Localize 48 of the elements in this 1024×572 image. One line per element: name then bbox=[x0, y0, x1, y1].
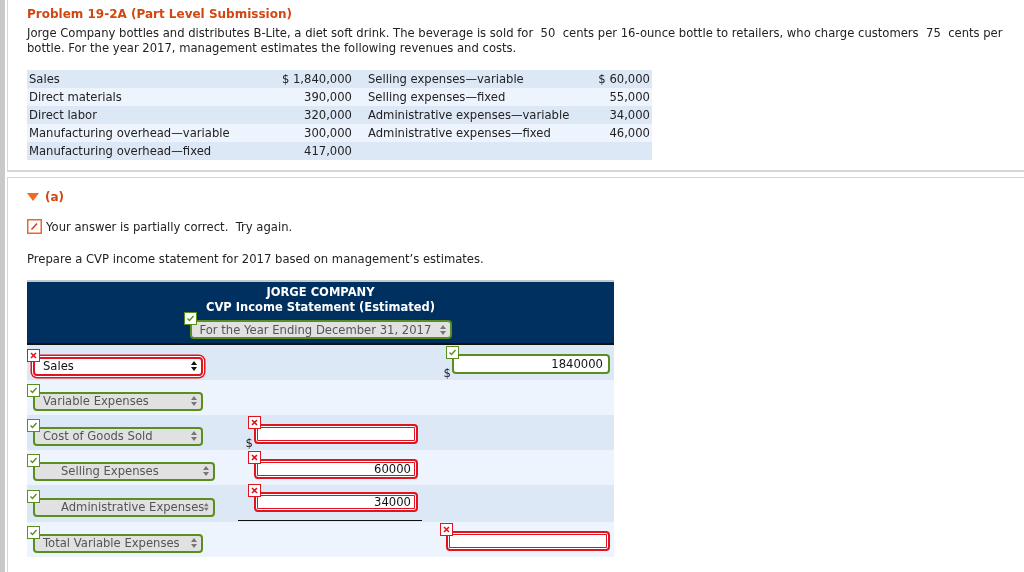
table-cell: 320,000 bbox=[242, 106, 354, 124]
table-cell: Manufacturing overhead—variable bbox=[27, 124, 242, 142]
problem-text: Jorge Company bottles and distributes B-Lite, a diet soft drink. The beverage is sold for 50 cents per 16-ounce bottle to retailers, who charge customers 75 cents per bottle. For the year 2017, management estimates the following revenues and costs. bbox=[27, 26, 1004, 56]
pencil-icon bbox=[27, 219, 42, 234]
company-name: JORGE COMPANY bbox=[266, 285, 375, 300]
part-label[interactable]: (a) bbox=[45, 190, 65, 204]
table-cell: Selling expenses—fixed bbox=[354, 88, 572, 106]
table-cell: 417,000 bbox=[242, 142, 354, 160]
amount-field[interactable]: 1840000 bbox=[452, 354, 610, 374]
dollar-sign: $ bbox=[245, 436, 253, 450]
table-cell: 46,000 bbox=[572, 124, 652, 142]
select-arrows-icon bbox=[191, 396, 197, 407]
collapse-triangle-icon[interactable] bbox=[27, 193, 39, 201]
table-cell: 300,000 bbox=[242, 124, 354, 142]
line-item-select[interactable]: Sales bbox=[33, 356, 203, 376]
problem-title: Problem 19-2A (Part Level Submission) bbox=[27, 7, 293, 21]
line-item-select[interactable]: Cost of Goods Sold bbox=[33, 426, 203, 446]
table-cell: Administrative expenses—fixed bbox=[354, 124, 572, 142]
table-cell: Administrative expenses—variable bbox=[354, 106, 572, 124]
line-item-select[interactable]: Selling Expenses bbox=[33, 461, 215, 481]
table-cell: Selling expenses—variable bbox=[354, 70, 572, 88]
period-select[interactable]: For the Year Ending December 31, 2017 bbox=[189, 320, 452, 339]
table-cell: Sales bbox=[27, 70, 242, 88]
table-cell: $ 1,840,000 bbox=[242, 70, 354, 88]
amount-field[interactable] bbox=[254, 424, 418, 444]
amount-field[interactable]: 60000 bbox=[254, 459, 418, 479]
select-arrows-icon bbox=[439, 324, 446, 335]
amount-field[interactable]: 34000 bbox=[254, 492, 418, 512]
instruction-text: Prepare a CVP income statement for 2017 based on management’s estimates. bbox=[27, 252, 485, 266]
line-item-select[interactable]: Total Variable Expenses bbox=[33, 533, 203, 553]
line-item-select[interactable]: Variable Expenses bbox=[33, 391, 203, 411]
select-arrows-icon bbox=[191, 361, 197, 372]
table-cell: 55,000 bbox=[572, 88, 652, 106]
table-cell: Direct labor bbox=[27, 106, 242, 124]
feedback-message: Your answer is partially correct. Try again. bbox=[46, 219, 293, 234]
select-arrows-icon bbox=[203, 466, 209, 477]
select-arrows-icon bbox=[204, 502, 209, 513]
amount-field[interactable] bbox=[446, 531, 610, 551]
table-cell: 390,000 bbox=[242, 88, 354, 106]
select-arrows-icon bbox=[191, 538, 197, 549]
table-cell: Direct materials bbox=[27, 88, 242, 106]
statement-title: CVP Income Statement (Estimated) bbox=[206, 300, 435, 315]
line-item-select[interactable]: Administrative Expenses bbox=[33, 497, 215, 517]
select-arrows-icon bbox=[191, 431, 197, 442]
dollar-sign: $ bbox=[443, 366, 451, 380]
table-cell: 34,000 bbox=[572, 106, 652, 124]
table-cell: Manufacturing overhead—fixed bbox=[27, 142, 242, 160]
table-cell: $ 60,000 bbox=[572, 70, 652, 88]
